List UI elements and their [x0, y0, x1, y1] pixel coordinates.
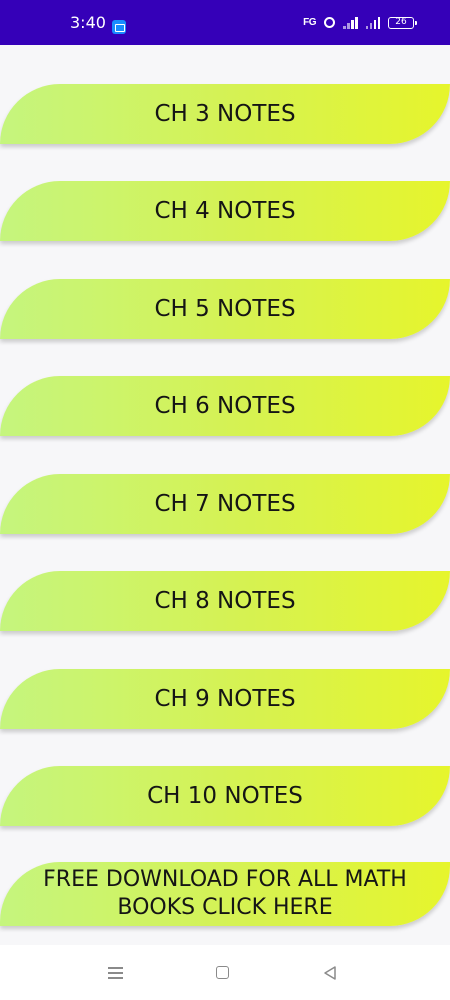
- ch-4-notes-button[interactable]: CH 4 NOTES: [0, 181, 450, 241]
- navigation-bar: [0, 945, 450, 1000]
- signal-icon-2: [365, 16, 380, 29]
- back-triangle-icon[interactable]: [322, 965, 338, 981]
- menu-icon[interactable]: [108, 966, 123, 979]
- ch-10-notes-button[interactable]: CH 10 NOTES: [0, 766, 450, 826]
- ch-9-notes-button[interactable]: CH 9 NOTES: [0, 669, 450, 729]
- ch-7-notes-button[interactable]: CH 7 NOTES: [0, 474, 450, 534]
- alarm-icon: [324, 17, 335, 28]
- battery-icon: 26: [388, 16, 417, 29]
- ch-6-notes-button[interactable]: CH 6 NOTES: [0, 376, 450, 436]
- ch-8-notes-button[interactable]: CH 8 NOTES: [0, 571, 450, 631]
- status-time: 3:40: [70, 13, 106, 32]
- signal-icon-1: [343, 16, 358, 29]
- status-bar: 3:40 FG 26: [0, 0, 450, 45]
- home-square-icon[interactable]: [216, 966, 229, 979]
- fg-label: FG: [303, 17, 316, 28]
- notes-list: CH 3 NOTES CH 4 NOTES CH 5 NOTES CH 6 NO…: [0, 45, 450, 945]
- ch-3-notes-button[interactable]: CH 3 NOTES: [0, 84, 450, 144]
- status-icons: FG 26: [303, 0, 417, 45]
- free-download-button[interactable]: FREE DOWNLOAD FOR ALL MATH BOOKS CLICK H…: [0, 862, 450, 926]
- ch-5-notes-button[interactable]: CH 5 NOTES: [0, 279, 450, 339]
- gallery-icon: [112, 20, 126, 34]
